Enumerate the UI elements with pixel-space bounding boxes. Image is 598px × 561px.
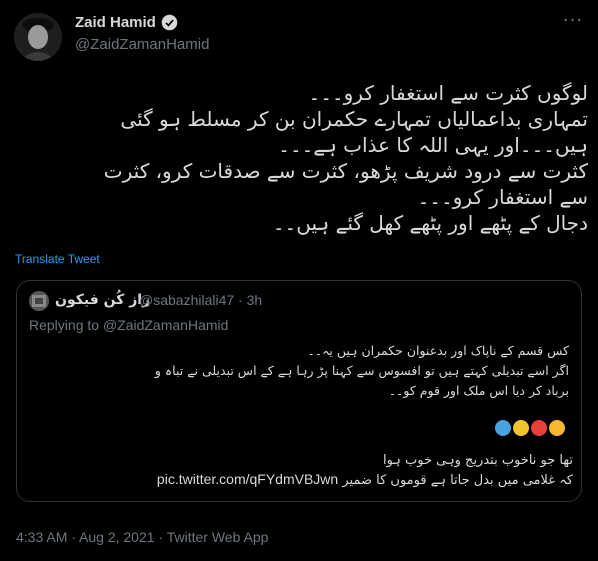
emoji-icon: [495, 420, 511, 436]
emoji-icon: [549, 420, 565, 436]
pic-link[interactable]: pic.twitter.com/qFYdmVBJwn: [157, 470, 338, 489]
tweet: Zaid Hamid @ZaidZamanHamid ··· لوگوں کثر…: [0, 0, 598, 561]
tweet-line: کثرت سے درود شریف پڑھو، کثرت سے صدقات کر…: [103, 159, 588, 183]
quoted-author-name: راز کُن فیکون: [55, 292, 151, 308]
quoted-tweet[interactable]: راز کُن فیکون @sabazhilali47 · 3h Replyi…: [16, 280, 582, 502]
poem-line: کہ غلامی میں بدل جاتا ہے قوموں کا ضمیر p…: [29, 470, 573, 490]
tweet-line: دجال کے پٹھے اور پٹھے کھل گئے ہیں۔۔: [272, 211, 588, 235]
emoji-row: [495, 420, 565, 436]
author-avatar[interactable]: [14, 13, 62, 61]
quoted-text: کس قسم کے ناپاک اور بدعنوان حکمران ہیں ی…: [29, 341, 569, 401]
replying-to-mention[interactable]: @ZaidZamanHamid: [103, 317, 228, 333]
tweet-line: ہیں۔۔۔اور یہی اللہ کا عذاب ہے۔۔۔: [278, 133, 588, 157]
quoted-line: کس قسم کے ناپاک اور بدعنوان حکمران ہیں ی…: [307, 343, 569, 358]
tweet-line: سے استغفار کرو۔۔۔: [417, 185, 588, 209]
quoted-poem: تھا جو ناخوب بتدریج وہی خوب ہوا کہ غلامی…: [29, 451, 573, 490]
tweet-text: لوگوں کثرت سے استغفار کرو۔۔۔ تمہاری بداع…: [16, 80, 588, 236]
author-handle[interactable]: @ZaidZamanHamid: [75, 36, 209, 53]
tweet-line: لوگوں کثرت سے استغفار کرو۔۔۔: [308, 81, 588, 105]
verified-badge-icon: [161, 14, 178, 31]
emoji-icon: [513, 420, 529, 436]
emoji-icon: [531, 420, 547, 436]
tweet-line: تمہاری بداعمالیاں تمہارے حکمران بن کر مس…: [120, 107, 588, 131]
quoted-author-avatar: [29, 291, 49, 311]
translate-tweet-link[interactable]: Translate Tweet: [15, 252, 100, 266]
avatar-photo: [14, 13, 62, 61]
poem-line: تھا جو ناخوب بتدریج وہی خوب ہوا: [382, 453, 573, 468]
more-options-icon[interactable]: ···: [560, 12, 586, 34]
tweet-timestamp[interactable]: 4:33 AM · Aug 2, 2021 · Twitter Web App: [16, 529, 268, 545]
poem-line-text: کہ غلامی میں بدل جاتا ہے قوموں کا ضمیر: [342, 473, 573, 488]
quoted-author-handle: @sabazhilali47 · 3h: [139, 292, 263, 308]
quoted-line: اگر اسے تبدیلی کہتے ہیں تو افسوس سے کہنا…: [154, 363, 569, 378]
replying-to-prefix: Replying to: [29, 317, 100, 333]
author-name-row: Zaid Hamid: [75, 14, 178, 31]
quoted-line: برباد کر دیا اس ملک اور قوم کو۔۔: [388, 383, 569, 398]
replying-to: Replying to @ZaidZamanHamid: [29, 317, 228, 333]
author-display-name[interactable]: Zaid Hamid: [75, 14, 156, 31]
